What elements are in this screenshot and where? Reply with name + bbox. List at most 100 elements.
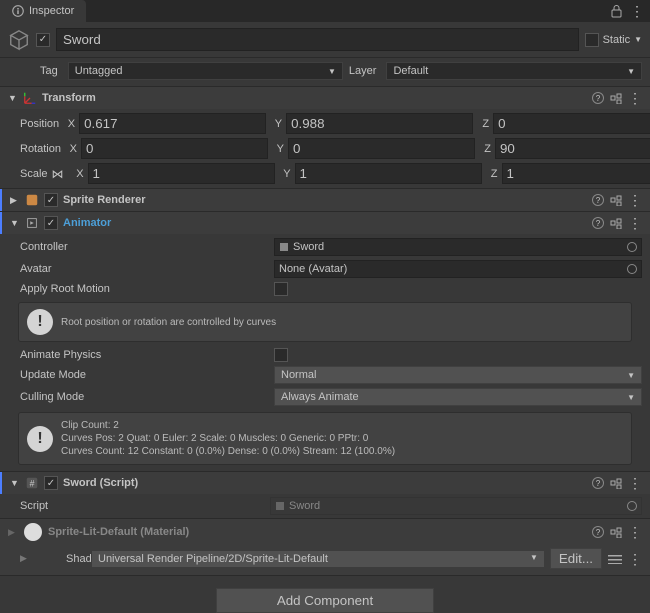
- scale-z-field[interactable]: [502, 163, 650, 184]
- animator-title: Animator: [63, 217, 587, 229]
- rotation-label: Rotation: [20, 143, 61, 155]
- transform-icon: [23, 91, 37, 105]
- tab-title: Inspector: [29, 5, 74, 17]
- object-picker-icon[interactable]: [627, 242, 637, 252]
- controller-field[interactable]: Sword: [274, 238, 642, 256]
- sword-script-title: Sword (Script): [63, 477, 587, 489]
- shader-label: Shader: [36, 553, 86, 565]
- animator-section: ▼ Animator ? ⋮ Controller Sword Avatar N…: [0, 212, 650, 472]
- enable-checkbox[interactable]: [44, 476, 58, 490]
- svg-text:#: #: [30, 479, 35, 489]
- transform-section: ▼ Transform ? ⋮ Position X Y Z Rotation …: [0, 87, 650, 189]
- sword-script-section: ▼ # Sword (Script) ? ⋮ Script Sword: [0, 472, 650, 519]
- animate-physics-label: Animate Physics: [20, 349, 270, 361]
- material-title: Sprite-Lit-Default (Material): [48, 526, 586, 538]
- animate-physics-checkbox[interactable]: [274, 348, 288, 362]
- update-mode-dropdown[interactable]: Normal▼: [274, 366, 642, 384]
- sprite-renderer-section: ▶ Sprite Renderer ? ⋮: [0, 189, 650, 212]
- rotation-y-field[interactable]: [288, 138, 475, 159]
- layer-label: Layer: [349, 65, 377, 77]
- help-icon[interactable]: ?: [592, 526, 604, 538]
- rotation-x-field[interactable]: [81, 138, 268, 159]
- root-motion-info-box: ! Root position or rotation are controll…: [18, 302, 632, 342]
- script-label: Script: [20, 500, 270, 512]
- animator-header[interactable]: ▼ Animator ? ⋮: [0, 212, 650, 234]
- context-menu-icon[interactable]: ⋮: [628, 525, 642, 539]
- script-obj-icon: [275, 501, 285, 511]
- material-header[interactable]: ▶ Sprite-Lit-Default (Material) ? ⋮: [0, 519, 650, 545]
- object-name-field[interactable]: [56, 28, 579, 51]
- foldout-icon[interactable]: ▼: [10, 218, 20, 228]
- transform-title: Transform: [42, 92, 587, 104]
- sprite-renderer-icon: [25, 193, 39, 207]
- info-exclaim-icon: !: [27, 309, 53, 335]
- position-z-field[interactable]: [493, 113, 650, 134]
- root-motion-checkbox[interactable]: [274, 282, 288, 296]
- scale-x-field[interactable]: [88, 163, 275, 184]
- active-checkbox[interactable]: [36, 33, 50, 47]
- scale-y-field[interactable]: [295, 163, 482, 184]
- inspector-tab[interactable]: Inspector: [0, 0, 86, 22]
- enable-checkbox[interactable]: [44, 193, 58, 207]
- static-label: Static: [603, 34, 631, 46]
- static-checkbox[interactable]: [585, 33, 599, 47]
- root-motion-label: Apply Root Motion: [20, 283, 270, 295]
- preset-icon[interactable]: [610, 92, 622, 104]
- foldout-icon[interactable]: ▼: [10, 478, 20, 488]
- preset-icon[interactable]: [610, 194, 622, 206]
- rotation-z-field[interactable]: [495, 138, 650, 159]
- help-icon[interactable]: ?: [592, 477, 604, 489]
- culling-mode-dropdown[interactable]: Always Animate▼: [274, 388, 642, 406]
- tag-dropdown[interactable]: Untagged▼: [68, 62, 343, 80]
- context-menu-icon[interactable]: ⋮: [628, 91, 642, 105]
- foldout-icon[interactable]: ▶: [20, 553, 30, 564]
- animator-stats-box: ! Clip Count: 2 Curves Pos: 2 Quat: 0 Eu…: [18, 412, 632, 465]
- shader-menu-icon[interactable]: [608, 554, 622, 564]
- context-menu-icon[interactable]: ⋮: [630, 4, 644, 18]
- tag-layer-row: Tag Untagged▼ Layer Default▼: [0, 58, 650, 87]
- help-icon[interactable]: ?: [592, 217, 604, 229]
- material-section: ▶ Sprite-Lit-Default (Material) ? ⋮ ▶ Sh…: [0, 519, 650, 576]
- position-label: Position: [20, 118, 59, 130]
- lock-icon[interactable]: [611, 5, 622, 18]
- sprite-renderer-title: Sprite Renderer: [63, 194, 587, 206]
- tab-bar: Inspector ⋮: [0, 0, 650, 22]
- preset-icon[interactable]: [610, 217, 622, 229]
- script-icon: #: [25, 476, 39, 490]
- gameobject-cube-icon[interactable]: [8, 29, 30, 51]
- help-icon[interactable]: ?: [592, 92, 604, 104]
- context-menu-icon[interactable]: ⋮: [628, 193, 642, 207]
- preset-icon[interactable]: [610, 526, 622, 538]
- static-dropdown-icon[interactable]: ▼: [634, 35, 642, 44]
- material-sphere-icon: [24, 523, 42, 541]
- context-menu-icon[interactable]: ⋮: [628, 476, 642, 490]
- enable-checkbox[interactable]: [44, 216, 58, 230]
- sprite-renderer-header[interactable]: ▶ Sprite Renderer ? ⋮: [0, 189, 650, 211]
- edit-shader-button[interactable]: Edit...: [550, 548, 602, 569]
- help-icon[interactable]: ?: [592, 194, 604, 206]
- foldout-icon[interactable]: ▶: [8, 527, 18, 538]
- add-component-button[interactable]: Add Component: [216, 588, 434, 613]
- foldout-icon[interactable]: ▶: [10, 195, 20, 206]
- shader-dropdown[interactable]: Universal Render Pipeline/2D/Sprite-Lit-…: [92, 551, 544, 567]
- culling-mode-label: Culling Mode: [20, 391, 270, 403]
- scale-link-icon[interactable]: ⋈: [52, 167, 64, 181]
- sword-script-header[interactable]: ▼ # Sword (Script) ? ⋮: [0, 472, 650, 494]
- controller-label: Controller: [20, 241, 270, 253]
- object-picker-icon[interactable]: [627, 264, 637, 274]
- object-picker-icon[interactable]: [627, 501, 637, 511]
- animator-icon: [25, 216, 39, 230]
- preset-icon[interactable]: [610, 477, 622, 489]
- foldout-icon[interactable]: ▼: [8, 93, 18, 103]
- position-x-field[interactable]: [79, 113, 266, 134]
- scale-label: Scale: [20, 168, 48, 180]
- context-menu-icon[interactable]: ⋮: [628, 216, 642, 230]
- avatar-field[interactable]: None (Avatar): [274, 260, 642, 278]
- layer-dropdown[interactable]: Default▼: [386, 62, 642, 80]
- info-exclaim-icon: !: [27, 426, 53, 452]
- transform-header[interactable]: ▼ Transform ? ⋮: [0, 87, 650, 109]
- avatar-label: Avatar: [20, 263, 270, 275]
- tag-label: Tag: [40, 65, 58, 77]
- position-y-field[interactable]: [286, 113, 473, 134]
- context-menu-icon[interactable]: ⋮: [628, 552, 642, 566]
